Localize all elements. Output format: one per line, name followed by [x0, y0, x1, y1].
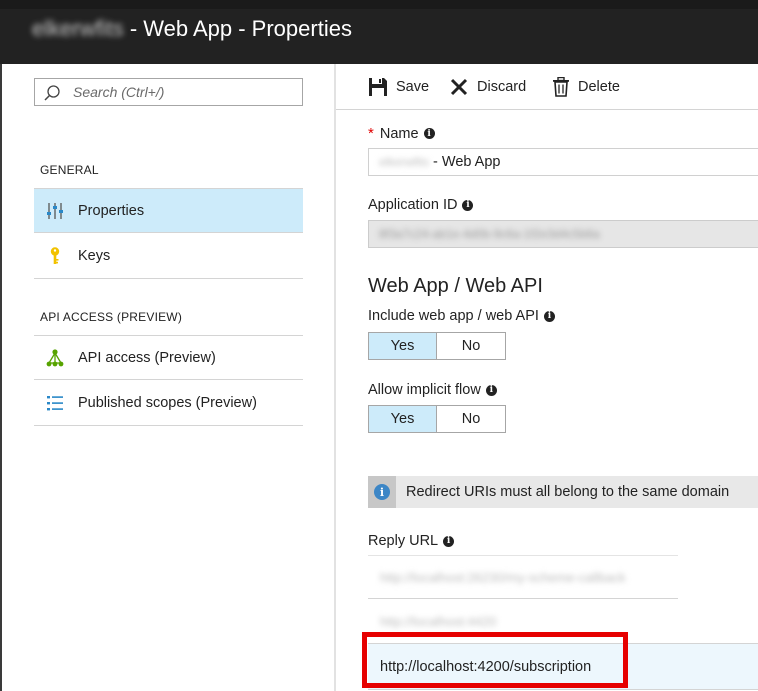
- name-value-suffix: - Web App: [429, 154, 501, 170]
- info-icon[interactable]: i: [443, 535, 455, 547]
- discard-label: Discard: [477, 79, 527, 95]
- page-title: elkerwfits - Web App - Properties: [32, 16, 352, 42]
- application-id-value-blurred: 8f3a7c24-ab1e-4d0b-9c6a-1f2e3d4c5b6a: [379, 227, 600, 241]
- required-asterisk: *: [368, 125, 374, 142]
- nav-item-properties-label: Properties: [78, 202, 145, 219]
- properties-blade: Save Discard Delete * Name i elkerwfits: [336, 64, 758, 691]
- web-app-section-title: Web App / Web API: [368, 275, 543, 297]
- reply-url-value-2: http://localhost:4420: [380, 614, 497, 629]
- left-menu-pane: GENERAL Properties Keys API: [2, 64, 334, 691]
- page-title-suffix: - Web App - Properties: [129, 16, 352, 41]
- api-network-icon: [45, 348, 65, 368]
- delete-label: Delete: [578, 79, 620, 95]
- search-icon: [44, 85, 60, 101]
- implicit-yes-option[interactable]: Yes: [369, 406, 437, 432]
- application-id-field: 8f3a7c24-ab1e-4d0b-9c6a-1f2e3d4c5b6a: [368, 220, 758, 248]
- info-circle-icon: i: [374, 484, 390, 500]
- top-strip: [0, 0, 758, 9]
- reply-url-row-1[interactable]: http://localhost:26230/my-scheme-callbac…: [368, 555, 678, 599]
- include-web-app-label: Include web app / web API i: [368, 308, 555, 324]
- notice-text: Redirect URIs must all belong to the sam…: [406, 484, 730, 500]
- save-label: Save: [396, 79, 430, 95]
- reply-url-row-2[interactable]: http://localhost:4420: [368, 600, 758, 644]
- include-web-app-label-text: Include web app / web API: [368, 308, 539, 324]
- save-icon: [369, 78, 387, 96]
- info-icon[interactable]: i: [485, 384, 497, 396]
- title-bar: elkerwfits - Web App - Properties: [0, 0, 758, 64]
- include-web-app-toggle[interactable]: Yes No: [368, 332, 506, 360]
- implicit-flow-toggle[interactable]: Yes No: [368, 405, 506, 433]
- key-icon: [45, 246, 65, 266]
- notice-icon-box: i: [368, 476, 396, 508]
- discard-button[interactable]: Discard: [449, 77, 526, 97]
- reply-url-row-3[interactable]: http://localhost:4200/subscription: [368, 644, 758, 690]
- delete-button[interactable]: Delete: [552, 77, 620, 97]
- app-name-blurred: elkerwfits: [32, 16, 124, 41]
- implicit-flow-label-text: Allow implicit flow: [368, 382, 481, 398]
- nav-item-keys[interactable]: Keys: [34, 234, 303, 279]
- section-api-access: API ACCESS (PREVIEW): [40, 310, 183, 324]
- application-id-label-text: Application ID: [368, 197, 458, 213]
- nav-item-api-access-label: API access (Preview): [78, 349, 216, 366]
- save-button[interactable]: Save: [368, 77, 429, 97]
- reply-url-value-3: http://localhost:4200/subscription: [380, 658, 592, 675]
- name-input[interactable]: elkerwfits - Web App: [368, 148, 758, 176]
- trash-icon: [553, 77, 569, 97]
- nav-item-published-scopes-label: Published scopes (Preview): [78, 395, 257, 411]
- reply-url-value-1: http://localhost:26230/my-scheme-callbac…: [380, 569, 626, 585]
- implicit-no-option[interactable]: No: [437, 406, 505, 432]
- reply-url-label: Reply URL i: [368, 533, 455, 549]
- implicit-flow-label: Allow implicit flow i: [368, 382, 497, 398]
- reply-url-label-text: Reply URL: [368, 533, 439, 549]
- redirect-uri-notice: i Redirect URIs must all belong to the s…: [368, 476, 758, 508]
- info-icon[interactable]: i: [462, 199, 474, 211]
- command-bar: Save Discard Delete: [336, 64, 758, 110]
- list-icon: [45, 393, 65, 413]
- nav-item-published-scopes[interactable]: Published scopes (Preview): [34, 381, 303, 426]
- close-icon: [450, 78, 468, 96]
- properties-sliders-icon: [45, 201, 65, 221]
- info-icon[interactable]: i: [423, 128, 435, 139]
- nav-item-properties[interactable]: Properties: [34, 188, 303, 233]
- section-general: GENERAL: [40, 163, 99, 177]
- nav-item-keys-label: Keys: [78, 248, 111, 264]
- info-icon[interactable]: i: [543, 310, 555, 322]
- search-input[interactable]: [73, 82, 293, 102]
- include-no-option[interactable]: No: [437, 333, 505, 359]
- nav-item-api-access[interactable]: API access (Preview): [34, 335, 303, 380]
- include-yes-option[interactable]: Yes: [369, 333, 437, 359]
- application-id-label: Application ID i: [368, 197, 474, 213]
- name-label-text: Name: [379, 125, 419, 142]
- name-label: * Name i: [368, 125, 435, 142]
- name-value-blurred: elkerwfits: [379, 155, 430, 169]
- search-box[interactable]: [34, 78, 303, 106]
